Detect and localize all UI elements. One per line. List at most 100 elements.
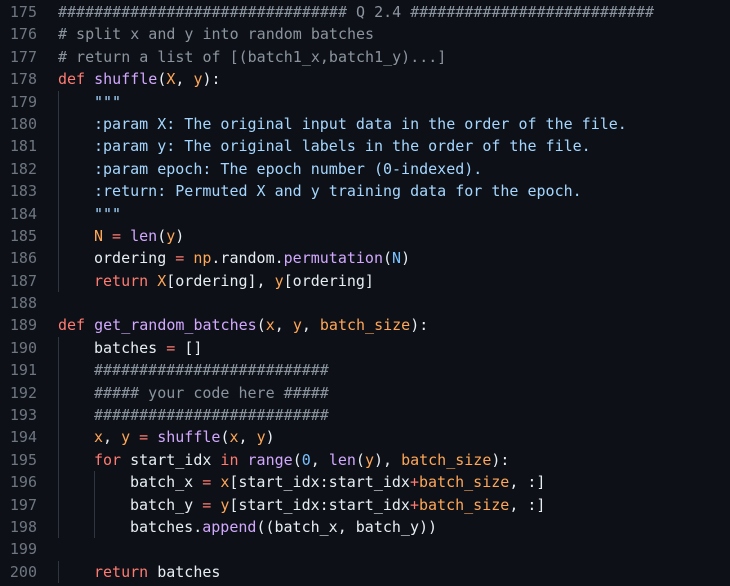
code-line[interactable]: 188 <box>0 292 730 314</box>
indent-guide <box>94 493 95 516</box>
code-line[interactable]: 184 """ <box>0 202 730 225</box>
indent-guide <box>58 426 59 449</box>
code-token: , <box>238 428 257 447</box>
code-token: = <box>157 338 185 357</box>
code-token: ##### your code here ##### <box>94 383 329 402</box>
code-token: ################################ Q 2.4 #… <box>58 3 655 21</box>
code-token: N <box>94 226 104 245</box>
code-token: batch_size <box>319 316 411 335</box>
code-token: = <box>166 249 194 268</box>
code-token: batch_size <box>401 450 492 469</box>
code-text: """ <box>58 90 730 113</box>
code-token: ) <box>401 249 411 268</box>
code-text: return X[ordering], y[ordering] <box>58 269 730 293</box>
code-line[interactable]: 177 # return a list of [(batch1_x,batch1_… <box>0 46 730 68</box>
line-number: 177 <box>9 47 37 66</box>
code-token: [] <box>184 338 203 357</box>
code-token: ( <box>383 249 393 268</box>
line-number: 198 <box>9 517 37 536</box>
code-text: ordering = np.random.permutation(N) <box>58 247 730 270</box>
code-line[interactable]: 179 """ <box>0 90 730 113</box>
code-line[interactable]: 186 ordering = np.random.permutation(N) <box>0 247 730 270</box>
code-line[interactable]: 192 ##### your code here ##### <box>0 381 730 405</box>
code-token: start_idx <box>130 450 212 469</box>
code-line[interactable]: 189 def get_random_batches(x, y, batch_si… <box>0 314 730 336</box>
code-line[interactable]: 185 N = len(y) <box>0 224 730 248</box>
code-token: in <box>211 450 248 469</box>
code-token: ): <box>410 316 429 335</box>
code-token: = <box>193 495 221 514</box>
code-token: batch_size <box>419 473 510 492</box>
code-line[interactable]: 195 for start_idx in range(0, len(y), bat… <box>0 448 730 472</box>
code-line[interactable]: 178 def shuffle(X, y): <box>0 68 730 90</box>
line-number: 183 <box>9 182 37 201</box>
code-token: y <box>193 70 203 89</box>
code-line[interactable]: 180:param X: The original input data in … <box>0 112 730 136</box>
code-line[interactable]: 187 return X[ordering], y[ordering] <box>0 269 730 293</box>
code-token: [start_idx:start_idx <box>229 473 410 492</box>
code-token: y <box>166 226 176 245</box>
code-text: # split x and y into random batches <box>58 23 730 45</box>
code-token: ########################## <box>94 406 329 425</box>
code-token: y <box>121 428 131 447</box>
code-token: + <box>409 495 419 514</box>
code-token: N <box>392 249 402 268</box>
code-token: , <box>310 450 329 469</box>
code-line[interactable]: 176 # split x and y into random batches <box>0 23 730 45</box>
code-line[interactable]: 198 batches.append((batch_x, batch_y)) <box>0 515 730 539</box>
code-token: ): <box>202 70 221 89</box>
code-token: x <box>265 316 275 335</box>
code-token: y <box>364 450 374 469</box>
code-token: y <box>220 495 230 514</box>
indent-guide <box>58 202 59 225</box>
line-number: 199 <box>9 540 37 559</box>
code-token: = <box>130 428 158 447</box>
indent-guide <box>58 359 59 382</box>
code-token: ( <box>292 450 302 469</box>
code-token: range <box>247 450 293 469</box>
line-number: 195 <box>9 450 37 469</box>
code-token: X <box>157 271 167 290</box>
line-number: 182 <box>9 159 37 178</box>
code-token: def <box>58 316 95 335</box>
code-token: [start_idx:start_idx <box>229 495 410 514</box>
code-line[interactable]: 181:param y: The original labels in the … <box>0 135 730 158</box>
line-number: 192 <box>9 383 37 402</box>
line-number: 193 <box>9 406 37 425</box>
code-line[interactable]: 197 batch_y = y[start_idx:start_idx+batch… <box>0 493 730 516</box>
code-line[interactable]: 194 x, y = shuffle(x, y) <box>0 426 730 449</box>
code-line[interactable]: 200 return batches <box>0 560 730 584</box>
indent-guide <box>58 112 59 136</box>
indent-guide <box>58 515 59 539</box>
line-number: 175 <box>9 3 37 21</box>
code-token: [ordering] <box>283 271 374 290</box>
code-editor[interactable]: 175 ################################ Q 2.… <box>0 0 730 586</box>
line-number: 178 <box>9 70 37 89</box>
code-line[interactable]: 190 batches = [] <box>0 336 730 360</box>
code-line[interactable]: 182:param epoch: The epoch number (0-ind… <box>0 157 730 181</box>
code-text: batch_x = x[start_idx:start_idx+batch_si… <box>58 471 730 494</box>
code-line[interactable]: 196 batch_x = x[start_idx:start_idx+batch… <box>0 471 730 494</box>
code-token: ########################## <box>94 361 329 380</box>
code-text: # return a list of [(batch1_x,batch1_y).… <box>58 46 730 68</box>
indent-guide <box>94 515 95 539</box>
code-token: ordering <box>94 249 167 268</box>
code-token: = <box>193 473 221 492</box>
code-line[interactable]: 191 ########################## <box>0 359 730 382</box>
code-line[interactable]: 193 ########################## <box>0 404 730 427</box>
indent-guide <box>58 224 59 248</box>
code-line[interactable]: 199 <box>0 538 730 560</box>
code-token: x <box>94 428 104 447</box>
line-number: 179 <box>9 92 37 111</box>
code-line[interactable]: 183:return: Permuted X and y training da… <box>0 180 730 203</box>
code-line[interactable]: 175 ################################ Q 2.… <box>0 1 730 23</box>
code-token: = <box>103 226 131 245</box>
code-token: y <box>274 271 284 290</box>
line-number: 197 <box>9 495 37 514</box>
code-token: ) <box>175 226 185 245</box>
code-token: shuffle <box>94 70 158 89</box>
code-token: len <box>328 450 356 469</box>
line-number: 184 <box>9 204 37 223</box>
code-token: shuffle <box>157 428 221 447</box>
line-number: 181 <box>9 137 37 156</box>
